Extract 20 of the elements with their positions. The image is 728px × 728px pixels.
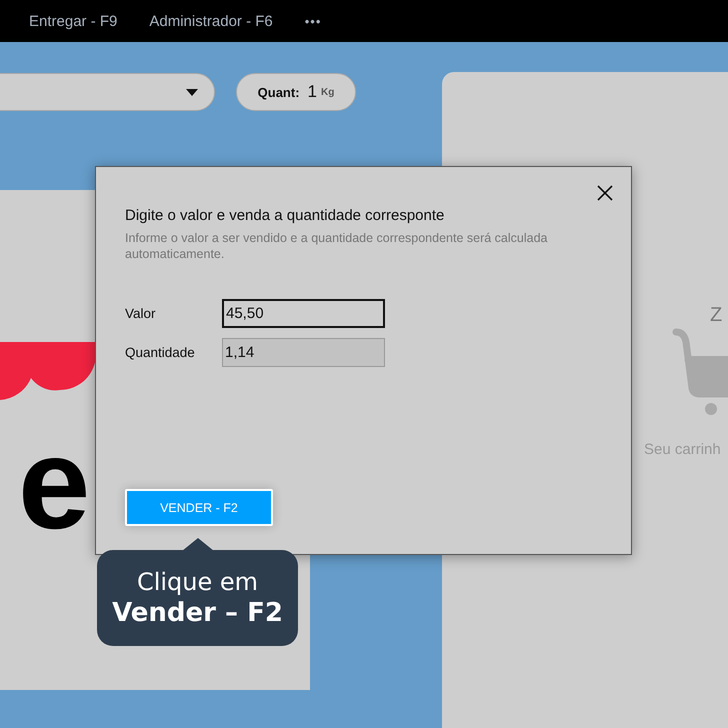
cart-heading: Z bbox=[710, 304, 722, 327]
nav-link[interactable]: Administrador - F6 bbox=[149, 12, 273, 30]
input-field[interactable]: 45,50 bbox=[222, 299, 385, 328]
quantity-pill[interactable]: Quant: 1 Kg bbox=[236, 73, 356, 111]
quantity-unit: Kg bbox=[321, 86, 334, 98]
close-icon[interactable] bbox=[597, 185, 613, 201]
dialog-description: Informe o valor a ser vendido e a quantidade correspondente será calculada automaticamente. bbox=[125, 230, 548, 262]
tooltip-text: Vender – F2 bbox=[112, 597, 283, 629]
input-field[interactable]: 1,14 bbox=[222, 338, 385, 367]
cart-icon bbox=[672, 328, 728, 416]
logo-text: e bbox=[18, 418, 84, 548]
quantity-label: Quant: bbox=[258, 84, 300, 100]
caret-icon bbox=[186, 88, 198, 96]
tooltip-text: Clique em bbox=[136, 567, 258, 597]
dialog-title: Digite o valor e venda a quantidade corresponte bbox=[125, 207, 446, 224]
quantity-value: 1 bbox=[308, 82, 317, 102]
field-label: Quantidade bbox=[125, 345, 196, 360]
field-label: Valor bbox=[125, 306, 157, 321]
more-menu[interactable]: ••• bbox=[304, 14, 322, 28]
nav-link[interactable]: Entregar - F9 bbox=[29, 12, 118, 30]
